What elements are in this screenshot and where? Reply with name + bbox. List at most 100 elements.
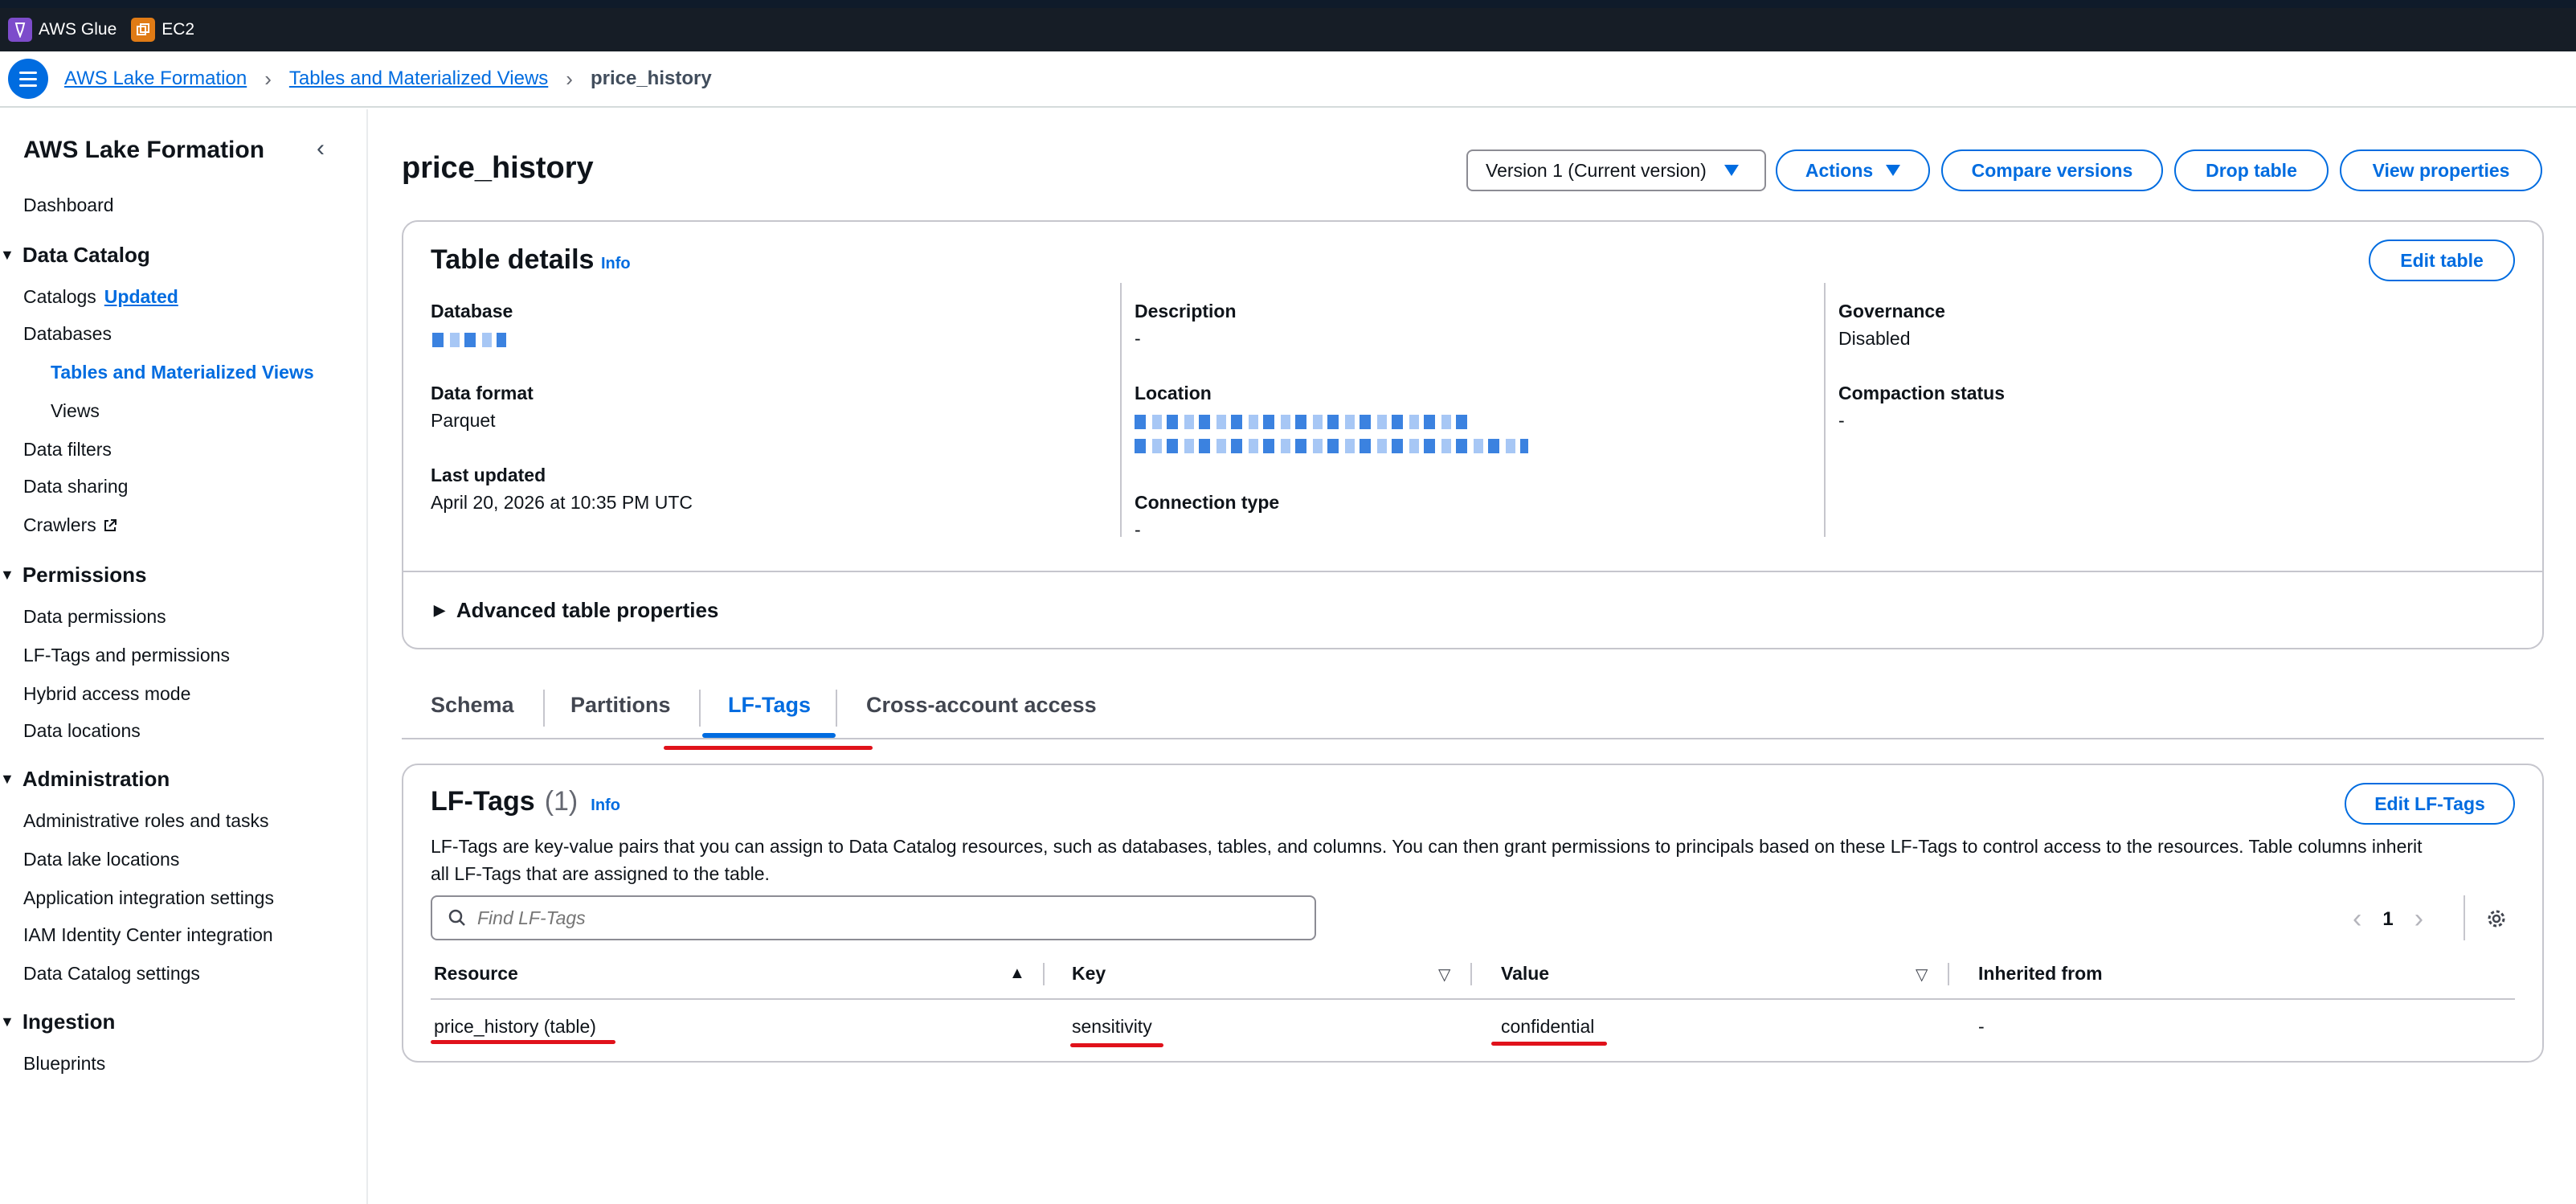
- annotation-underline: [1491, 1042, 1607, 1046]
- location-value-redacted[interactable]: [1135, 439, 1528, 453]
- column-header-value[interactable]: Value: [1501, 963, 1549, 985]
- advanced-properties-label: Advanced table properties: [456, 598, 719, 622]
- lf-tags-description-line: LF-Tags are key-value pairs that you can…: [431, 836, 2423, 857]
- sidebar-item-tables[interactable]: Tables and Materialized Views: [51, 362, 314, 383]
- caret-down-icon: ▼: [0, 567, 14, 583]
- governance-value: Disabled: [1838, 328, 1911, 349]
- column-header-resource[interactable]: Resource: [434, 963, 518, 985]
- description-label: Description: [1135, 301, 1237, 321]
- menu-icon[interactable]: [8, 59, 48, 99]
- compare-versions-button[interactable]: Compare versions: [1941, 149, 2163, 191]
- column-separator[interactable]: [1948, 963, 1949, 985]
- caret-down-icon: ▼: [0, 771, 14, 787]
- sidebar-item-data-locations[interactable]: Data locations: [23, 720, 141, 742]
- annotation-underline: [1070, 1043, 1163, 1047]
- cell-value: confidential: [1501, 1016, 1595, 1037]
- sidebar-item-crawlers[interactable]: Crawlers: [23, 514, 117, 536]
- sidebar-item-data-permissions[interactable]: Data permissions: [23, 606, 166, 628]
- card-divider: [403, 571, 2542, 572]
- sidebar-item-dashboard[interactable]: Dashboard: [23, 195, 114, 216]
- column-divider: [1120, 283, 1122, 537]
- chevron-right-icon[interactable]: ›: [2414, 903, 2423, 935]
- tab-lf-tags[interactable]: LF-Tags: [728, 693, 811, 718]
- connection-type-value: -: [1135, 519, 1141, 540]
- caret-down-icon: [1886, 165, 1901, 176]
- edit-lf-tags-button[interactable]: Edit LF-Tags: [2345, 783, 2515, 825]
- lf-tags-search[interactable]: [431, 895, 1316, 940]
- sidebar-item-label: Catalogs: [23, 286, 96, 307]
- sort-icon[interactable]: ▽: [1438, 964, 1450, 985]
- version-select-value: Version 1 (Current version): [1486, 159, 1707, 181]
- actions-button[interactable]: Actions: [1776, 149, 1930, 191]
- sidebar-item-iam-identity-center[interactable]: IAM Identity Center integration: [23, 924, 273, 946]
- service-label: EC2: [162, 20, 195, 39]
- sidebar-section-data-catalog[interactable]: ▼ Data Catalog: [0, 243, 150, 268]
- sidebar-item-app-integration[interactable]: Application integration settings: [23, 887, 274, 909]
- tab-partitions[interactable]: Partitions: [570, 693, 671, 718]
- database-value-redacted[interactable]: [432, 333, 506, 347]
- sidebar-item-catalogs[interactable]: Catalogs Updated: [23, 286, 178, 308]
- gear-icon[interactable]: [2484, 907, 2509, 931]
- sidebar-item-databases[interactable]: Databases: [23, 323, 112, 345]
- tab-divider: [543, 690, 545, 727]
- sort-icon[interactable]: ▽: [1916, 964, 1928, 985]
- sidebar-item-hybrid-access[interactable]: Hybrid access mode: [23, 683, 190, 705]
- sidebar-section-permissions[interactable]: ▼ Permissions: [0, 563, 146, 588]
- chevron-left-icon[interactable]: ‹: [2353, 903, 2361, 935]
- pagination: ‹ 1 ›: [2353, 903, 2423, 935]
- advanced-properties-toggle[interactable]: ▶ Advanced table properties: [434, 598, 718, 623]
- service-shortcut-ec2[interactable]: EC2: [131, 18, 194, 42]
- description-value: -: [1135, 328, 1141, 349]
- lf-tags-header: LF-Tags (1) Info: [431, 786, 620, 817]
- sidebar-item-lf-tags-permissions[interactable]: LF-Tags and permissions: [23, 645, 230, 666]
- sidebar: AWS Lake Formation ‹ Dashboard ▼ Data Cat…: [0, 109, 368, 1204]
- location-label: Location: [1135, 383, 1212, 403]
- breadcrumb-link-lake-formation[interactable]: AWS Lake Formation: [64, 68, 247, 90]
- breadcrumb-link-tables[interactable]: Tables and Materialized Views: [289, 68, 548, 90]
- sidebar-item-admin-roles[interactable]: Administrative roles and tasks: [23, 810, 269, 832]
- drop-table-button[interactable]: Drop table: [2174, 149, 2329, 191]
- version-select[interactable]: Version 1 (Current version): [1466, 149, 1766, 191]
- column-header-key[interactable]: Key: [1072, 963, 1106, 985]
- updated-badge[interactable]: Updated: [104, 286, 178, 307]
- chevron-right-icon: ›: [566, 66, 573, 91]
- tab-schema[interactable]: Schema: [431, 693, 514, 718]
- tab-bar: [402, 675, 2544, 739]
- external-link-icon: [104, 519, 117, 531]
- page-number[interactable]: 1: [2382, 908, 2393, 931]
- lf-tags-description: LF-Tags are key-value pairs that you can…: [431, 833, 2520, 887]
- sidebar-section-administration[interactable]: ▼ Administration: [0, 767, 170, 792]
- tab-divider: [699, 690, 701, 727]
- header-divider: [431, 998, 2515, 1000]
- service-shortcut-glue[interactable]: AWS Glue: [8, 18, 117, 42]
- compaction-status-value: -: [1838, 410, 1845, 431]
- search-input[interactable]: [477, 907, 1200, 929]
- location-value-redacted[interactable]: [1135, 415, 1472, 429]
- column-separator[interactable]: [1043, 963, 1045, 985]
- column-separator[interactable]: [1470, 963, 1472, 985]
- sidebar-section-ingestion[interactable]: ▼ Ingestion: [0, 1009, 115, 1034]
- sidebar-item-views[interactable]: Views: [51, 400, 100, 422]
- sidebar-item-data-catalog-settings[interactable]: Data Catalog settings: [23, 963, 200, 985]
- sidebar-item-blueprints[interactable]: Blueprints: [23, 1053, 105, 1075]
- sidebar-item-data-sharing[interactable]: Data sharing: [23, 476, 128, 498]
- edit-table-button[interactable]: Edit table: [2369, 240, 2515, 281]
- info-link[interactable]: Info: [601, 255, 631, 273]
- data-format-label: Data format: [431, 383, 534, 403]
- sidebar-item-data-lake-locations[interactable]: Data lake locations: [23, 849, 179, 870]
- lf-tags-count: (1): [544, 786, 579, 817]
- view-properties-button[interactable]: View properties: [2340, 149, 2542, 191]
- info-link[interactable]: Info: [591, 797, 620, 815]
- governance-label: Governance: [1838, 301, 1945, 321]
- database-label: Database: [431, 301, 513, 321]
- sidebar-title: AWS Lake Formation: [23, 137, 265, 163]
- tab-cross-account-access[interactable]: Cross-account access: [866, 693, 1097, 718]
- sort-ascending-icon[interactable]: ▲: [1009, 964, 1025, 983]
- chevron-left-icon[interactable]: ‹: [317, 135, 325, 162]
- data-format-value: Parquet: [431, 410, 496, 431]
- actions-button-label: Actions: [1805, 159, 1874, 181]
- glue-icon: [8, 18, 32, 42]
- column-header-inherited-from[interactable]: Inherited from: [1978, 963, 2103, 985]
- ec2-icon: [131, 18, 156, 42]
- sidebar-item-data-filters[interactable]: Data filters: [23, 439, 112, 461]
